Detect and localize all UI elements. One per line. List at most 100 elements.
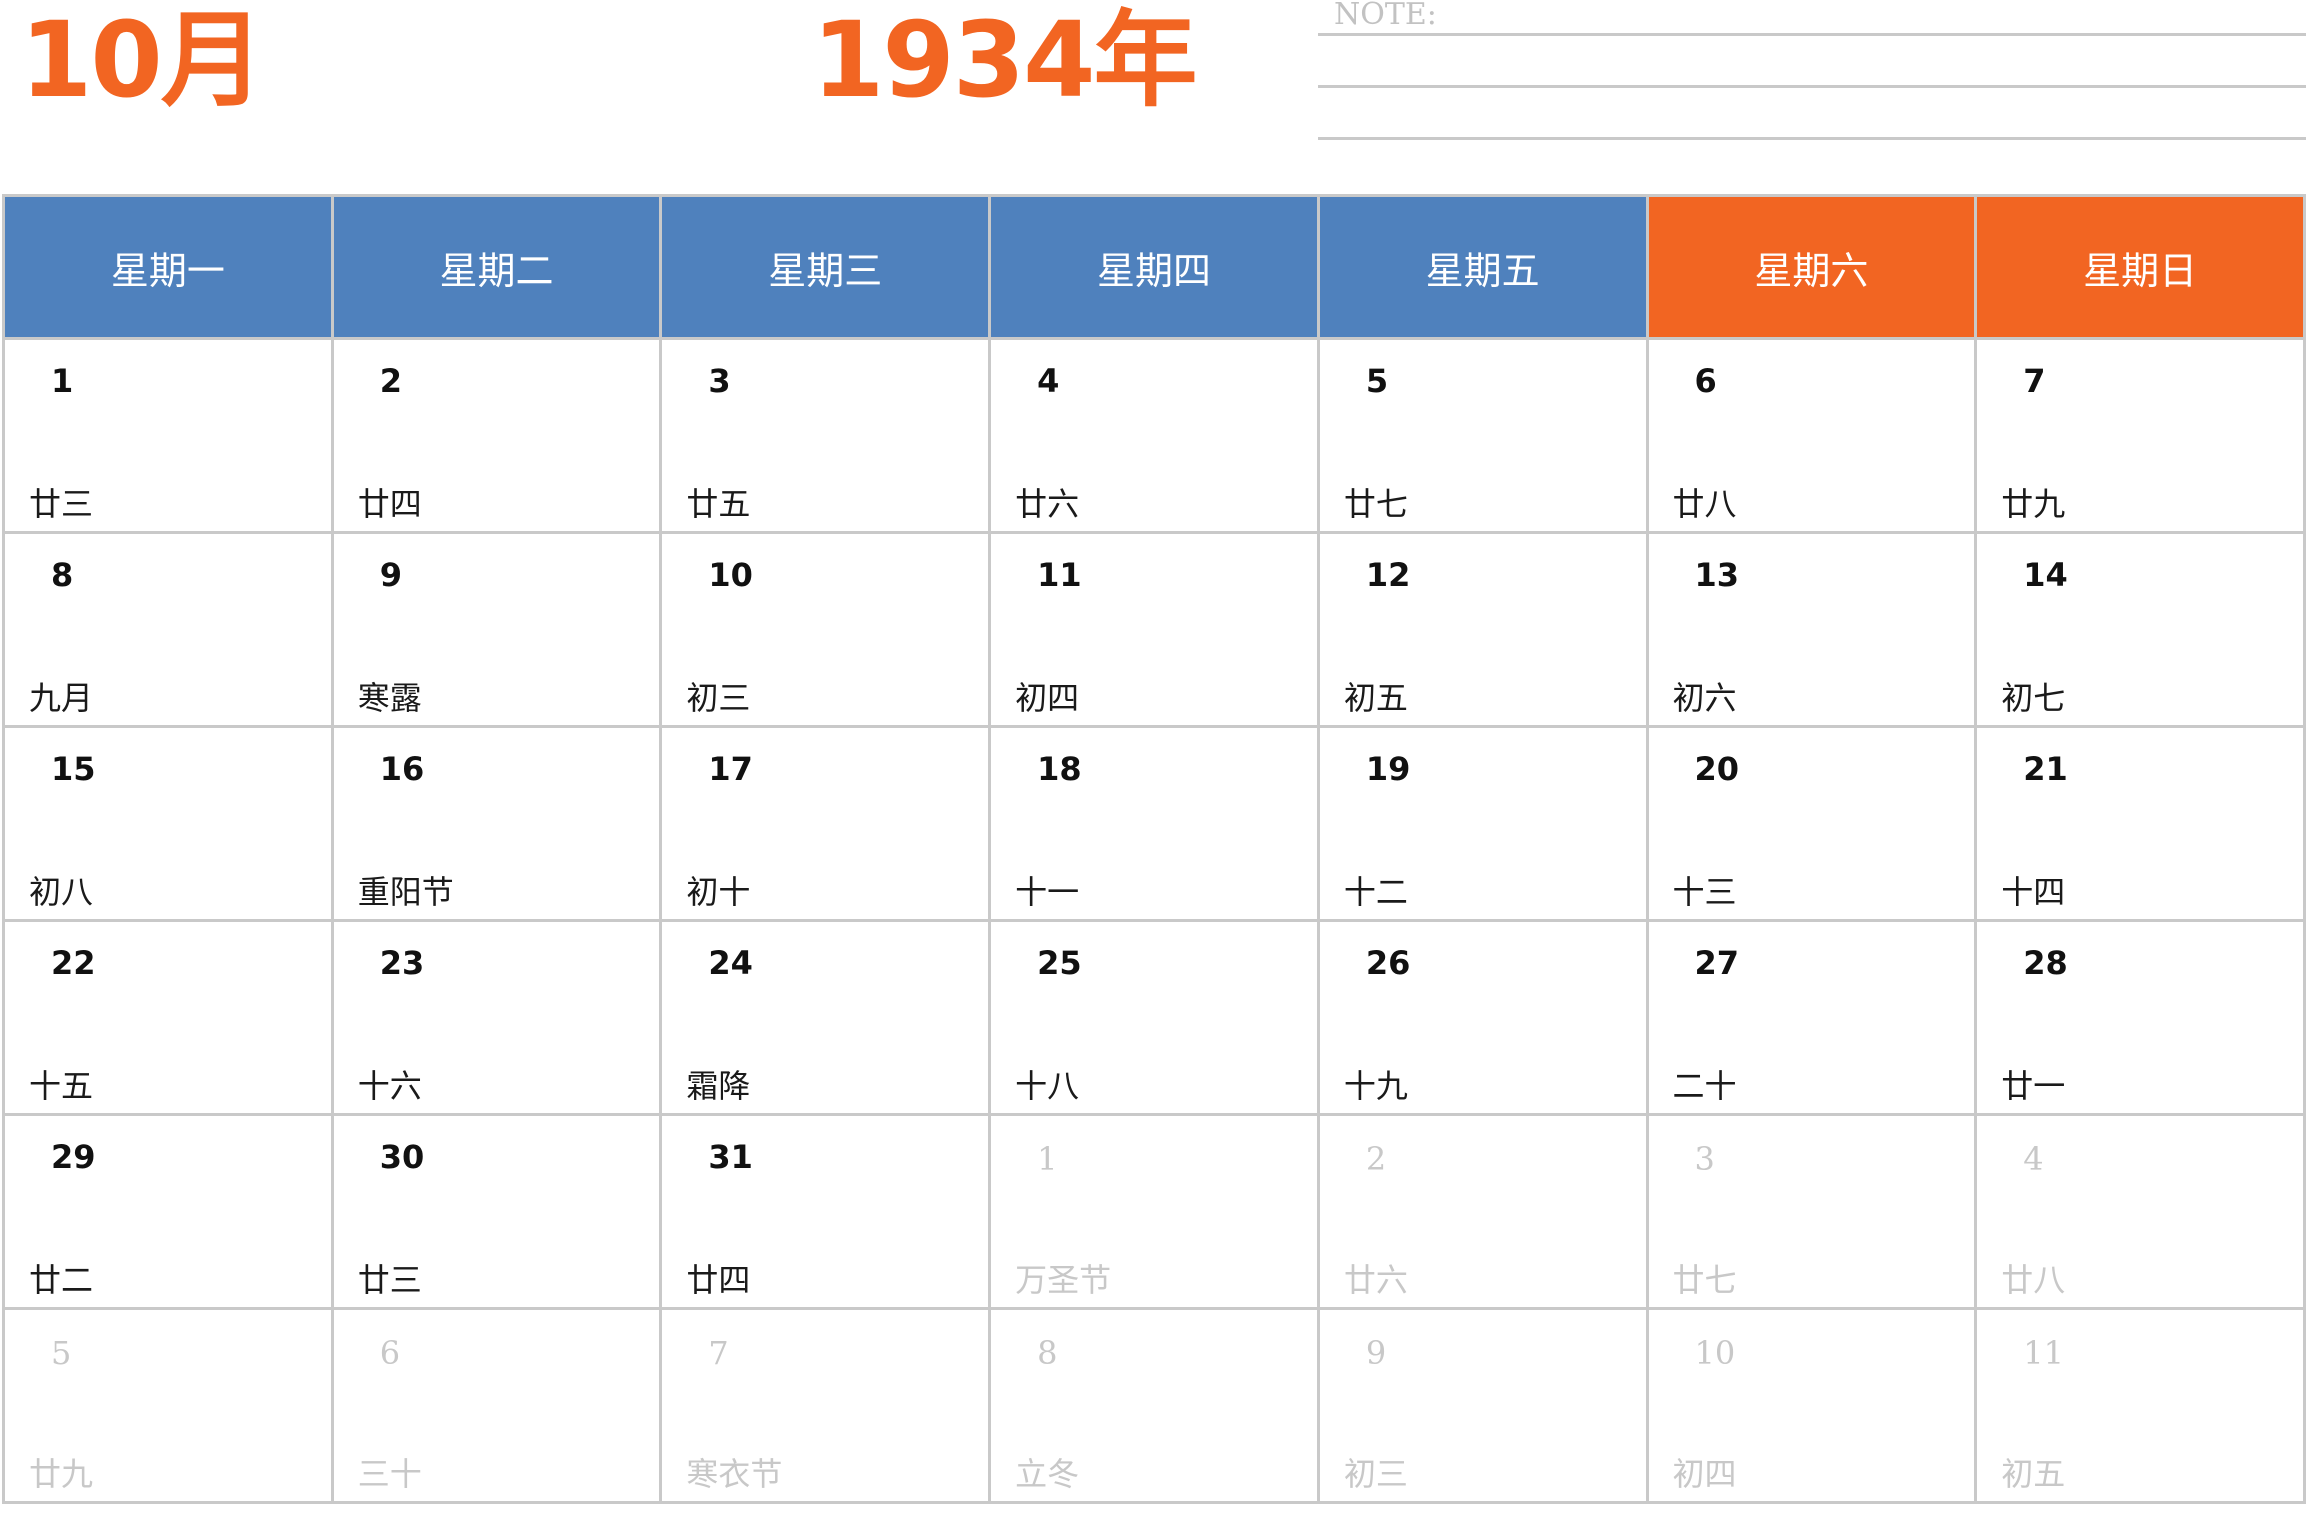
- lunar-date: 重阳节: [357, 873, 454, 911]
- day-cell[interactable]: 3 廿五: [659, 337, 992, 534]
- day-cell[interactable]: 15 初八: [2, 725, 334, 922]
- day-cell[interactable]: 12 初五: [1316, 531, 1649, 728]
- lunar-date: 初十: [686, 873, 751, 911]
- day-number: 4: [2023, 1140, 2044, 1178]
- day-cell-other-month[interactable]: 4 廿八: [1974, 1113, 2306, 1310]
- day-number: 21: [2023, 750, 2068, 788]
- day-number: 3: [1694, 1140, 1715, 1178]
- day-number: 24: [708, 944, 753, 982]
- day-cell[interactable]: 9 寒露: [330, 531, 663, 728]
- lunar-date: 廿六: [1343, 1261, 1408, 1299]
- weekday-header-fri: 星期五: [1316, 194, 1649, 340]
- day-number: 9: [1365, 1334, 1387, 1372]
- day-cell[interactable]: 30 廿三: [330, 1113, 663, 1310]
- day-cell[interactable]: 1 廿三: [2, 337, 334, 534]
- lunar-date: 初八: [29, 873, 94, 911]
- day-cell[interactable]: 2 廿四: [330, 337, 663, 534]
- day-number: 23: [379, 944, 425, 982]
- lunar-date: 立冬: [1015, 1455, 1080, 1493]
- day-cell[interactable]: 25 十八: [988, 919, 1320, 1116]
- day-number: 11: [2023, 1334, 2064, 1372]
- day-cell[interactable]: 27 二十: [1645, 919, 1978, 1116]
- calendar-body: 1 廿三 2 廿四 3 廿五 4 廿六 5 廿七 6 廿八 7 廿九 8 九月 9 寒露 10 初三 11 初四 12 初五 1…: [2, 337, 2306, 1504]
- lunar-date: 廿九: [29, 1455, 94, 1493]
- day-cell[interactable]: 8 九月: [2, 531, 334, 728]
- day-cell-other-month[interactable]: 2 廿六: [1316, 1113, 1649, 1310]
- lunar-date: 廿五: [686, 485, 751, 523]
- lunar-date: 万圣节: [1015, 1261, 1112, 1299]
- day-number: 25: [1037, 944, 1082, 982]
- day-cell[interactable]: 29 廿二: [2, 1113, 334, 1310]
- lunar-date: 初三: [686, 679, 751, 717]
- note-line: [1318, 137, 2306, 140]
- day-number: 13: [1694, 556, 1740, 594]
- lunar-date: 廿二: [29, 1261, 94, 1299]
- note-line: [1318, 33, 2306, 36]
- day-cell[interactable]: 10 初三: [659, 531, 992, 728]
- day-cell[interactable]: 6 廿八: [1645, 337, 1978, 534]
- lunar-date: 十五: [29, 1067, 94, 1105]
- day-cell[interactable]: 18 十一: [988, 725, 1320, 922]
- day-number: 5: [1365, 362, 1389, 400]
- lunar-date: 廿八: [2001, 1261, 2066, 1299]
- day-cell[interactable]: 5 廿七: [1316, 337, 1649, 534]
- lunar-date: 十八: [1015, 1067, 1080, 1105]
- day-number: 14: [2023, 556, 2068, 594]
- day-cell[interactable]: 23 十六: [330, 919, 663, 1116]
- lunar-date: 初四: [1672, 1455, 1737, 1493]
- weekday-header-mon: 星期一: [2, 194, 334, 340]
- lunar-date: 二十: [1672, 1067, 1737, 1105]
- day-cell[interactable]: 7 廿九: [1974, 337, 2306, 534]
- day-cell[interactable]: 4 廿六: [988, 337, 1320, 534]
- lunar-date: 寒露: [357, 679, 422, 717]
- day-cell-other-month[interactable]: 1 万圣节: [988, 1113, 1320, 1310]
- day-cell-other-month[interactable]: 7 寒衣节: [659, 1307, 992, 1504]
- day-cell-other-month[interactable]: 11 初五: [1974, 1307, 2306, 1504]
- day-cell[interactable]: 22 十五: [2, 919, 334, 1116]
- day-number: 6: [1694, 362, 1717, 400]
- day-number: 5: [51, 1334, 72, 1372]
- lunar-date: 廿六: [1015, 485, 1080, 523]
- weekday-header-sat: 星期六: [1645, 194, 1978, 340]
- lunar-date: 廿九: [2001, 485, 2066, 523]
- day-cell[interactable]: 14 初七: [1974, 531, 2306, 728]
- day-cell-other-month[interactable]: 3 廿七: [1645, 1113, 1978, 1310]
- day-number: 6: [379, 1334, 401, 1372]
- day-cell[interactable]: 26 十九: [1316, 919, 1649, 1116]
- day-cell-other-month[interactable]: 6 三十: [330, 1307, 663, 1504]
- lunar-date: 九月: [29, 679, 94, 717]
- day-number: 27: [1694, 944, 1740, 982]
- calendar-grid: 星期一 星期二 星期三 星期四 星期五 星期六 星期日 1 廿三 2 廿四 3 廿五 4 廿六…: [2, 194, 2306, 1504]
- day-cell[interactable]: 17 初十: [659, 725, 992, 922]
- day-cell[interactable]: 11 初四: [988, 531, 1320, 728]
- day-number: 10: [708, 556, 753, 594]
- day-number: 12: [1365, 556, 1411, 594]
- day-cell-other-month[interactable]: 9 初三: [1316, 1307, 1649, 1504]
- day-cell-other-month[interactable]: 10 初四: [1645, 1307, 1978, 1504]
- day-number: 29: [51, 1138, 96, 1176]
- day-number: 1: [51, 362, 74, 400]
- day-cell[interactable]: 28 廿一: [1974, 919, 2306, 1116]
- year-title: 1934年: [812, 0, 1197, 121]
- day-cell-other-month[interactable]: 8 立冬: [988, 1307, 1320, 1504]
- day-cell[interactable]: 16 重阳节: [330, 725, 663, 922]
- day-cell[interactable]: 20 十三: [1645, 725, 1978, 922]
- day-cell[interactable]: 19 十二: [1316, 725, 1649, 922]
- day-cell[interactable]: 31 廿四: [659, 1113, 992, 1310]
- week-row: 8 九月 9 寒露 10 初三 11 初四 12 初五 13 初六 14 初七: [2, 531, 2306, 728]
- day-cell[interactable]: 24 霜降: [659, 919, 992, 1116]
- lunar-date: 廿三: [357, 1261, 422, 1299]
- lunar-date: 廿四: [357, 485, 422, 523]
- weekday-header-thu: 星期四: [988, 194, 1320, 340]
- day-number: 15: [51, 750, 96, 788]
- day-cell-other-month[interactable]: 5 廿九: [2, 1307, 334, 1504]
- day-number: 20: [1694, 750, 1740, 788]
- day-cell[interactable]: 13 初六: [1645, 531, 1978, 728]
- week-row: 29 廿二 30 廿三 31 廿四 1 万圣节 2 廿六 3 廿七 4 廿八: [2, 1113, 2306, 1310]
- day-number: 10: [1694, 1334, 1736, 1372]
- day-number: 16: [379, 750, 425, 788]
- lunar-date: 三十: [357, 1455, 422, 1493]
- lunar-date: 初七: [2001, 679, 2066, 717]
- day-number: 8: [1037, 1334, 1058, 1372]
- day-cell[interactable]: 21 十四: [1974, 725, 2306, 922]
